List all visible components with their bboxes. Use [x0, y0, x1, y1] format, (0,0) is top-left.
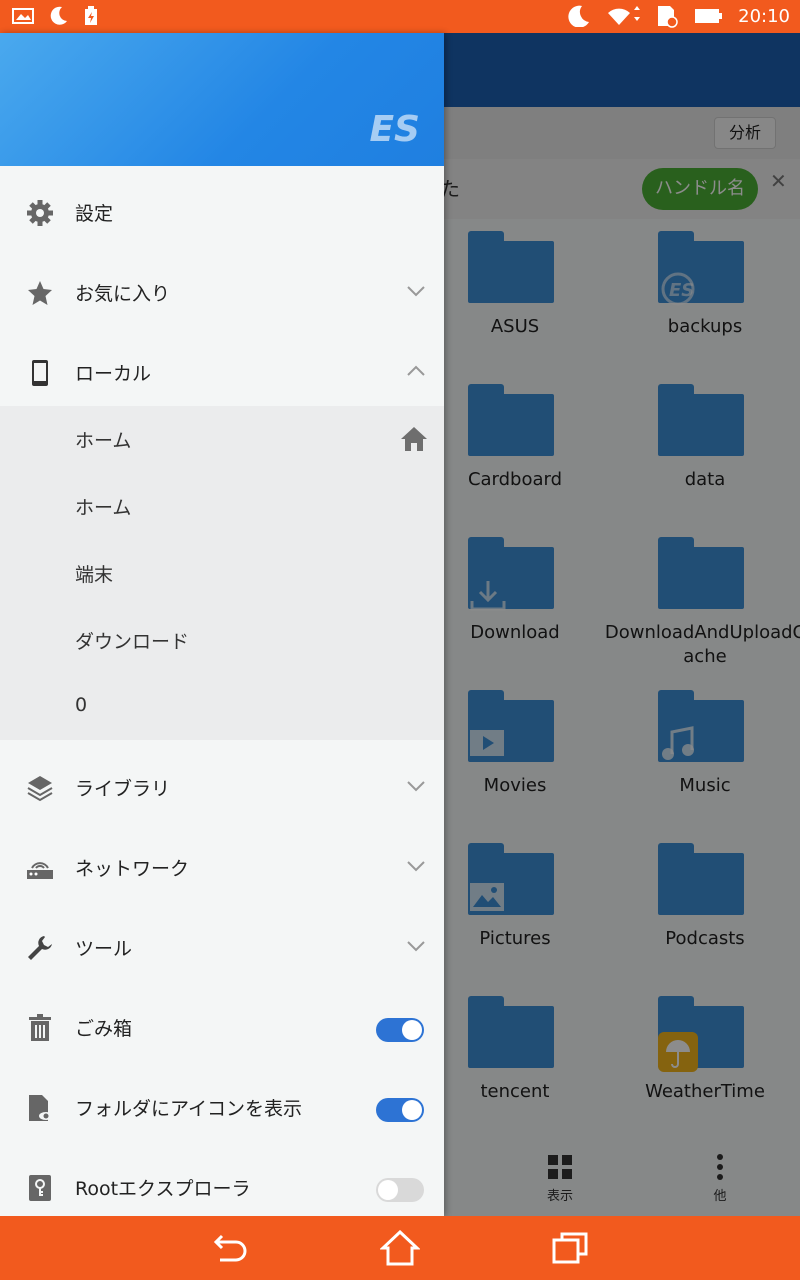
drawer-item-label: フォルダにアイコンを表示 — [75, 1098, 303, 1120]
status-time: 20:10 — [738, 5, 790, 27]
battery-icon — [694, 7, 723, 25]
submenu-label: ダウンロード — [75, 631, 190, 653]
drawer-item-library[interactable]: ライブラリ — [0, 748, 444, 828]
key-icon — [29, 1175, 51, 1201]
submenu-item-home[interactable]: ホーム — [0, 406, 444, 473]
drawer-item-recycle-bin[interactable]: ごみ箱 — [0, 988, 444, 1068]
drawer-item-label: ごみ箱 — [75, 1018, 133, 1040]
chevron-down-icon[interactable] — [404, 279, 428, 303]
submenu-label: 端末 — [75, 564, 114, 586]
drawer-item-label: 設定 — [75, 203, 114, 225]
root-explorer-toggle[interactable] — [376, 1178, 424, 1202]
folder-eye-icon — [29, 1095, 53, 1121]
home-icon[interactable] — [400, 426, 428, 452]
sd-card-icon — [656, 4, 678, 28]
submenu-label: 0 — [75, 694, 88, 716]
drawer-item-label: Rootエクスプローラ — [75, 1178, 251, 1200]
drawer-item-favorites[interactable]: お気に入り — [0, 253, 444, 333]
status-bar: 20:10 — [0, 0, 800, 33]
drawer-item-label: お気に入り — [75, 283, 171, 305]
router-icon — [27, 862, 53, 879]
wifi-icon — [606, 5, 641, 27]
es-logo: ES — [369, 109, 420, 150]
battery-charging-icon — [84, 6, 98, 26]
moon-icon — [568, 5, 590, 27]
submenu-item-download[interactable]: ダウンロード — [0, 607, 444, 674]
drawer-item-settings[interactable]: 設定 — [0, 173, 444, 253]
gear-icon — [27, 200, 53, 226]
drawer-item-label: ライブラリ — [75, 778, 171, 800]
drawer-header: ES — [0, 33, 444, 166]
navigation-drawer: ES 設定 お気に入り ローカル ホーム ホーム 端末 ダウンロード 0 ライブ… — [0, 33, 444, 1216]
drawer-item-network[interactable]: ネットワーク — [0, 828, 444, 908]
drawer-item-show-folder-icons[interactable]: フォルダにアイコンを表示 — [0, 1068, 444, 1148]
drawer-item-label: ネットワーク — [75, 858, 190, 880]
layers-icon — [27, 776, 53, 802]
submenu-item-0[interactable]: 0 — [0, 674, 444, 741]
system-nav-bar — [0, 1216, 800, 1280]
submenu-label: ホーム — [75, 497, 132, 519]
chevron-down-icon[interactable] — [404, 934, 428, 958]
submenu-item-home-2[interactable]: ホーム — [0, 473, 444, 540]
recycle-bin-toggle[interactable] — [376, 1018, 424, 1042]
drawer-item-label: ツール — [75, 938, 133, 960]
trash-icon — [29, 1014, 51, 1041]
recent-apps-icon[interactable] — [550, 1230, 590, 1266]
drawer-item-label: ローカル — [75, 363, 152, 385]
chevron-down-icon[interactable] — [404, 774, 428, 798]
local-submenu: ホーム ホーム 端末 ダウンロード 0 — [0, 406, 444, 740]
wrench-icon — [28, 936, 52, 960]
phone-icon — [32, 360, 48, 386]
moon-icon — [50, 6, 68, 26]
show-folder-icons-toggle[interactable] — [376, 1098, 424, 1122]
drawer-item-tools[interactable]: ツール — [0, 908, 444, 988]
back-icon[interactable] — [210, 1230, 250, 1266]
home-icon[interactable] — [380, 1230, 420, 1266]
gallery-icon — [12, 7, 34, 25]
submenu-label: ホーム — [75, 430, 132, 452]
drawer-item-local[interactable]: ローカル — [0, 333, 444, 413]
star-icon — [28, 281, 52, 305]
chevron-up-icon[interactable] — [404, 359, 428, 383]
submenu-item-device[interactable]: 端末 — [0, 540, 444, 607]
chevron-down-icon[interactable] — [404, 854, 428, 878]
